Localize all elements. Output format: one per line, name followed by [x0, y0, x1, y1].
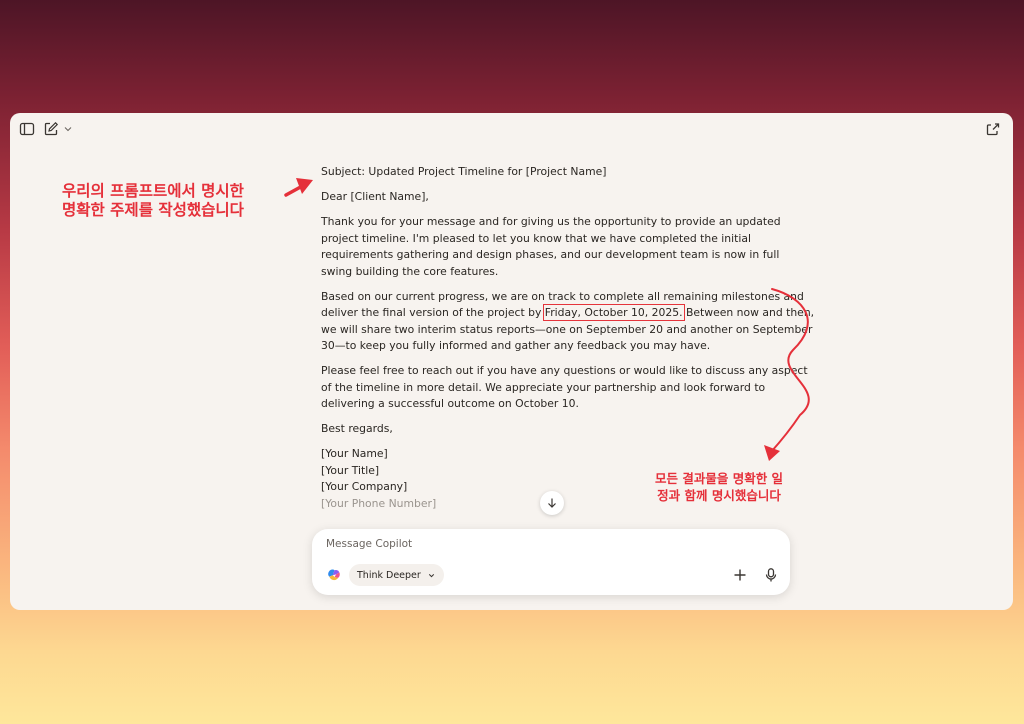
arrow-head-icon	[296, 178, 313, 194]
arrow-head-icon	[764, 445, 780, 461]
arrow-to-deadline	[770, 288, 810, 453]
annotation-arrows	[284, 178, 810, 461]
